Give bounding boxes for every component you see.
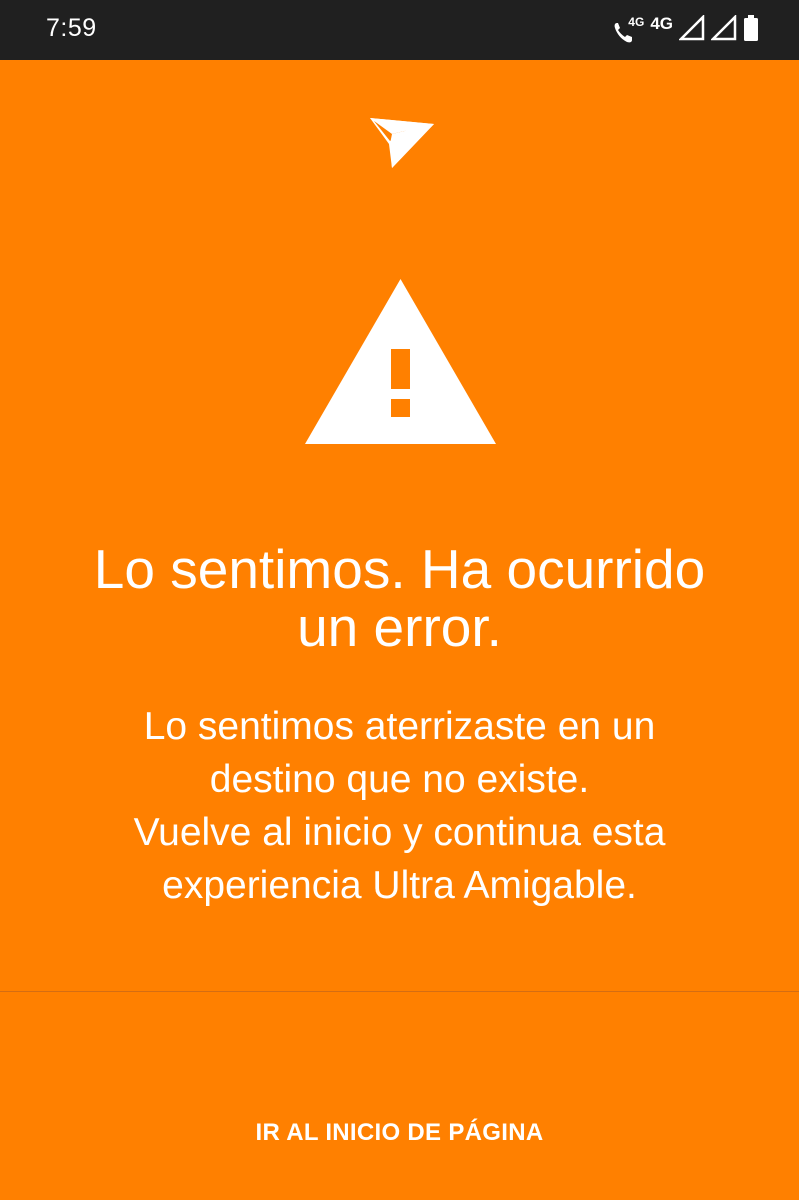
network-small-label: 4G bbox=[628, 15, 645, 29]
divider bbox=[0, 991, 799, 992]
error-title: Lo sentimos. Ha ocurrido un error. bbox=[20, 540, 779, 656]
error-title-line: un error. bbox=[297, 596, 502, 658]
battery-icon bbox=[743, 14, 759, 46]
signal-icon bbox=[709, 13, 737, 45]
status-icons: 4G 4G bbox=[606, 12, 759, 48]
error-title-line: Lo sentimos. Ha ocurrido bbox=[93, 538, 706, 600]
go-home-button[interactable]: IR AL INICIO DE PÁGINA bbox=[0, 1100, 799, 1166]
signal-icon bbox=[677, 13, 705, 45]
error-message-line: destino que no existe. bbox=[209, 758, 590, 801]
warning-icon bbox=[303, 277, 498, 446]
call-wifi-icon: 4G bbox=[612, 15, 644, 45]
error-message-line: experiencia Ultra Amigable. bbox=[162, 864, 637, 907]
error-message: Lo sentimos aterrizaste en un destino qu… bbox=[20, 700, 779, 912]
paper-plane-logo-icon bbox=[368, 116, 436, 170]
network-label: 4G bbox=[650, 14, 673, 33]
error-message-line: Lo sentimos aterrizaste en un bbox=[143, 705, 656, 748]
error-screen: Lo sentimos. Ha ocurrido un error. Lo se… bbox=[0, 60, 799, 1200]
status-time: 7:59 bbox=[46, 14, 97, 42]
error-message-line: Vuelve al inicio y continua esta bbox=[133, 811, 666, 854]
status-bar: 7:59 4G 4G bbox=[0, 0, 799, 60]
